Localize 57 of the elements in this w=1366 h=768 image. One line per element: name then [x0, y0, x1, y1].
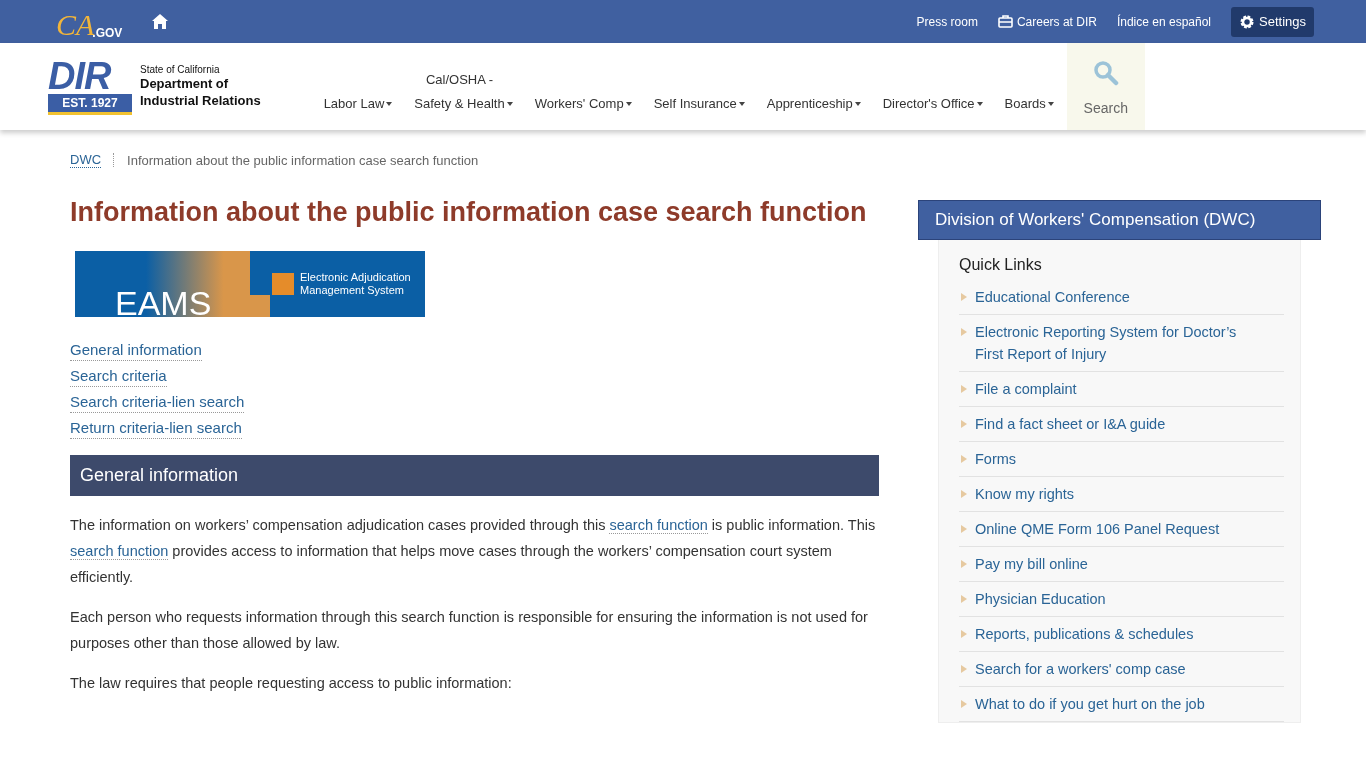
top-link[interactable]: Careers at DIR	[997, 14, 1097, 29]
nav-menu-item[interactable]: Self Insurance	[642, 92, 756, 116]
nav-menu-item[interactable]: Director's Office	[871, 92, 994, 116]
top-link[interactable]: Press room	[916, 14, 978, 29]
nav-menu-item[interactable]: Apprenticeship	[755, 92, 872, 116]
sidebar-title: Division of Workers' Compensation (DWC)	[918, 200, 1321, 240]
quick-link[interactable]: File a complaint	[959, 372, 1284, 407]
quick-links-heading: Quick Links	[959, 256, 1043, 274]
toc-link[interactable]: Search criteria-lien search	[70, 391, 245, 413]
page-title: Information about the public information case search function	[70, 196, 868, 229]
triangle-bullet-icon	[961, 700, 967, 708]
triangle-bullet-icon	[961, 665, 967, 673]
search-icon	[1092, 60, 1119, 86]
triangle-bullet-icon	[961, 595, 967, 603]
toc-link[interactable]: Return criteria-lien search	[70, 417, 242, 439]
paragraph: The law requires that people requesting access to public information:	[70, 674, 513, 693]
quick-link[interactable]: Forms	[959, 442, 1284, 477]
dir-logo[interactable]: DIR EST. 1927 State of California Department of Industrial Relations	[48, 43, 261, 130]
breadcrumb-current: Information about the public information case search function	[127, 152, 479, 168]
settings-button[interactable]: Settings	[1231, 6, 1314, 37]
paragraph: The information on workers’ compensation adjudication cases provided through this search function is public information. This search function provides access to information that helps move cases through the workers’ compensation court system efficiently.	[70, 516, 877, 587]
toc-link[interactable]: General information	[70, 339, 202, 361]
triangle-bullet-icon	[961, 328, 967, 336]
inline-link[interactable]: search function	[609, 517, 708, 534]
nav-menu-item[interactable]: Cal/OSHA - Safety & Health	[403, 68, 524, 116]
quick-link[interactable]: Online QME Form 106 Panel Request	[959, 512, 1284, 547]
toc-link[interactable]: Search criteria	[70, 365, 167, 387]
home-icon[interactable]	[152, 14, 169, 29]
quick-link[interactable]: Reports, publications & schedules	[959, 617, 1284, 652]
nav-menu-item[interactable]: Workers' Comp	[523, 92, 643, 116]
quick-link[interactable]: Know my rights	[959, 477, 1284, 512]
quick-link[interactable]: What to do if you get hurt on the job	[959, 687, 1284, 722]
gear-icon	[1239, 13, 1255, 30]
inline-link[interactable]: search function	[70, 543, 169, 560]
quick-link[interactable]: Find a fact sheet or I&A guide	[959, 407, 1284, 442]
nav-menu-item[interactable]: Labor Law	[312, 92, 404, 116]
search-button[interactable]: Search	[1066, 43, 1145, 130]
triangle-bullet-icon	[961, 490, 967, 498]
triangle-bullet-icon	[961, 420, 967, 428]
triangle-bullet-icon	[961, 630, 967, 638]
triangle-bullet-icon	[961, 293, 967, 301]
quick-link[interactable]: Search for a workers' comp case	[959, 652, 1284, 687]
briefcase-icon	[997, 15, 1013, 28]
triangle-bullet-icon	[961, 560, 967, 568]
top-link[interactable]: Índice en español	[1116, 14, 1211, 29]
quick-link[interactable]: Physician Education	[959, 582, 1284, 617]
breadcrumb-link[interactable]: DWC	[70, 152, 102, 168]
paragraph: Each person who requests information through this search function is responsible for ensuring the information is not used for purposes other than those allowed by law.	[70, 608, 869, 653]
section-heading: General information	[70, 455, 879, 496]
ca-gov-logo[interactable]: CA.GOV	[56, 3, 123, 40]
quick-link[interactable]: Pay my bill online	[959, 547, 1284, 582]
quick-link[interactable]: Educational Conference	[959, 280, 1284, 315]
triangle-bullet-icon	[961, 455, 967, 463]
quick-link[interactable]: Electronic Reporting System for Doctor’s First Report of Injury	[959, 315, 1284, 372]
nav-menu-item[interactable]: Boards	[993, 92, 1065, 116]
triangle-bullet-icon	[961, 525, 967, 533]
triangle-bullet-icon	[961, 385, 967, 393]
